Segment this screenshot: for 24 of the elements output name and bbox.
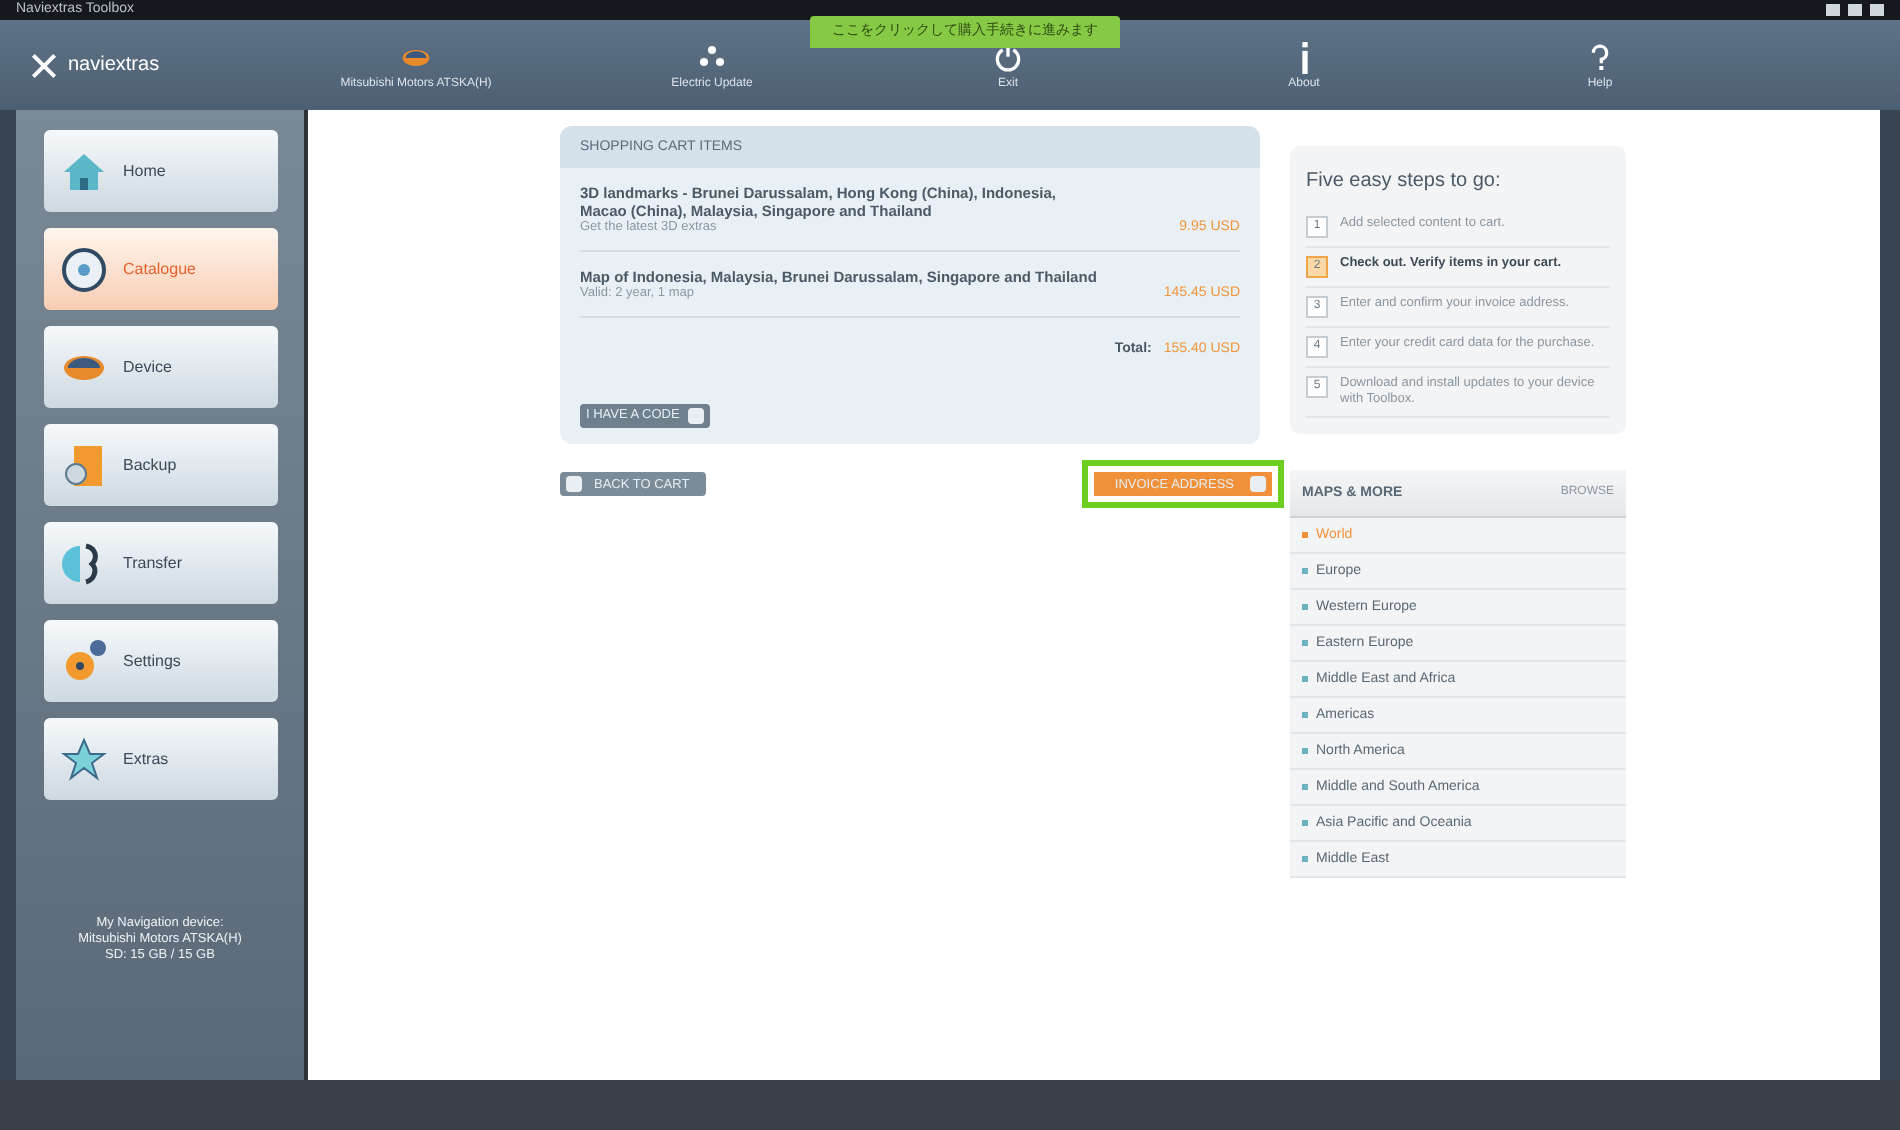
- sidebar-label: Transfer: [123, 554, 182, 572]
- sidebar-item[interactable]: Catalogue: [43, 228, 277, 310]
- sidebar-item[interactable]: Backup: [43, 424, 277, 506]
- sidebar-item[interactable]: Device: [43, 326, 277, 408]
- sidebar-label: Backup: [123, 456, 177, 474]
- logo-icon: [28, 49, 60, 81]
- sidebar-item[interactable]: Settings: [43, 620, 277, 702]
- sidebar-label: Extras: [123, 750, 169, 768]
- sidebar-label: Catalogue: [123, 260, 196, 278]
- sidebar-label: Home: [123, 162, 166, 180]
- star-icon: [59, 735, 107, 783]
- sidebar-label: Settings: [123, 652, 181, 670]
- maximize-button[interactable]: [1848, 4, 1862, 16]
- steps-title: Five easy steps to go:: [1306, 170, 1503, 192]
- info-icon: [1301, 41, 1307, 73]
- sidebar-item[interactable]: Extras: [43, 718, 277, 800]
- compass-icon: [59, 245, 107, 293]
- close-button[interactable]: [1870, 4, 1884, 16]
- backup-icon: [59, 441, 107, 489]
- sidebar-item[interactable]: Transfer: [43, 522, 277, 604]
- sidebar-label: Device: [123, 358, 172, 376]
- minimize-button[interactable]: [1826, 4, 1840, 16]
- sidebar-item[interactable]: Home: [43, 130, 277, 212]
- logo-text: naviextras: [68, 54, 160, 76]
